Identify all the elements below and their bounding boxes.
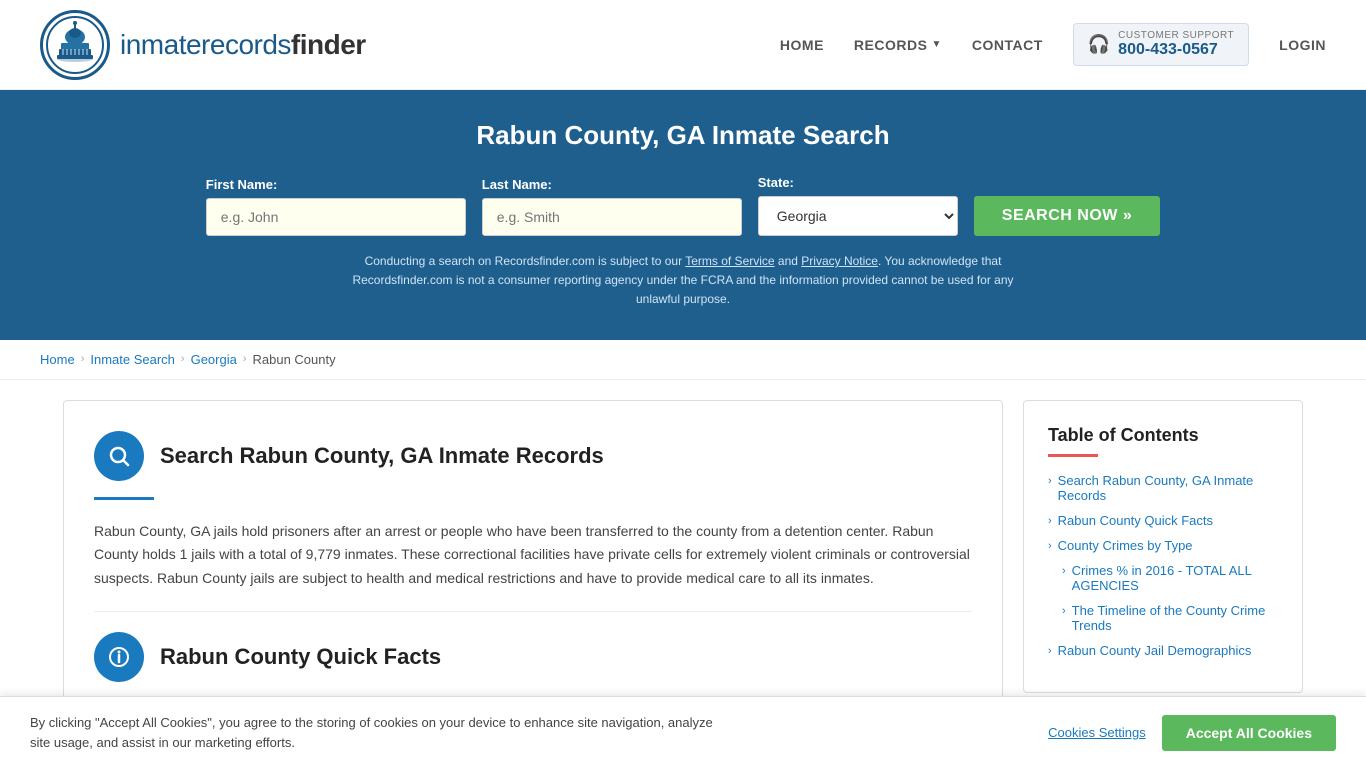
last-name-group: Last Name: [482, 177, 742, 236]
breadcrumb-sep-3: › [243, 353, 247, 365]
toc-link-1[interactable]: › Search Rabun County, GA Inmate Records [1048, 473, 1278, 503]
tos-link[interactable]: Terms of Service [685, 254, 774, 268]
toc-arrow-6: › [1048, 645, 1052, 657]
support-text: CUSTOMER SUPPORT 800-433-0567 [1118, 30, 1234, 59]
toc-divider [1048, 454, 1098, 457]
toc-arrow-2: › [1048, 515, 1052, 527]
section1-title: Search Rabun County, GA Inmate Records [160, 443, 604, 469]
state-group: State: Georgia Alabama Alaska Arizona Ca… [758, 175, 958, 236]
logo-area: inmaterecordsfinder [40, 10, 366, 80]
toc-arrow-4: › [1062, 565, 1066, 577]
breadcrumb-inmate-search[interactable]: Inmate Search [90, 352, 175, 367]
breadcrumb: Home › Inmate Search › Georgia › Rabun C… [0, 340, 1366, 380]
header: inmaterecordsfinder HOME RECORDS ▼ CONTA… [0, 0, 1366, 90]
logo-text: inmaterecordsfinder [120, 29, 366, 61]
nav-contact[interactable]: CONTACT [972, 37, 1043, 53]
login-button[interactable]: LOGIN [1279, 37, 1326, 53]
toc-link-5[interactable]: › The Timeline of the County Crime Trend… [1062, 603, 1278, 633]
breadcrumb-sep-1: › [81, 353, 85, 365]
customer-support: 🎧 CUSTOMER SUPPORT 800-433-0567 [1073, 23, 1249, 66]
hero-title: Rabun County, GA Inmate Search [40, 120, 1326, 151]
breadcrumb-sep-2: › [181, 353, 185, 365]
toc-item-5: › The Timeline of the County Crime Trend… [1048, 603, 1278, 633]
toc-item-1: › Search Rabun County, GA Inmate Records [1048, 473, 1278, 503]
chevron-down-icon: ▼ [931, 39, 941, 50]
support-number: 800-433-0567 [1118, 41, 1234, 59]
section2-title: Rabun County Quick Facts [160, 644, 441, 670]
cookie-settings-button[interactable]: Cookies Settings [1048, 725, 1146, 740]
state-select[interactable]: Georgia Alabama Alaska Arizona Californi… [758, 196, 958, 236]
toc-link-4[interactable]: › Crimes % in 2016 - TOTAL ALL AGENCIES [1062, 563, 1278, 593]
toc-list: › Search Rabun County, GA Inmate Records… [1048, 473, 1278, 658]
logo-icon [40, 10, 110, 80]
first-name-input[interactable] [206, 198, 466, 236]
toc-arrow-5: › [1062, 605, 1066, 617]
toc-item-2: › Rabun County Quick Facts [1048, 513, 1278, 528]
cookie-actions: Cookies Settings Accept All Cookies [1048, 715, 1336, 751]
breadcrumb-georgia[interactable]: Georgia [191, 352, 237, 367]
toc-item-3: › County Crimes by Type [1048, 538, 1278, 553]
first-name-label: First Name: [206, 177, 278, 192]
last-name-input[interactable] [482, 198, 742, 236]
toc-item-6: › Rabun County Jail Demographics [1048, 643, 1278, 658]
toc-title: Table of Contents [1048, 425, 1278, 446]
support-label: CUSTOMER SUPPORT [1118, 30, 1234, 41]
breadcrumb-home[interactable]: Home [40, 352, 75, 367]
toc-item-4: › Crimes % in 2016 - TOTAL ALL AGENCIES [1048, 563, 1278, 593]
state-label: State: [758, 175, 794, 190]
privacy-link[interactable]: Privacy Notice [801, 254, 878, 268]
toc-arrow-3: › [1048, 540, 1052, 552]
cookie-banner: By clicking "Accept All Cookies", you ag… [0, 696, 1366, 768]
search-button[interactable]: SEARCH NOW » [974, 196, 1160, 236]
section2-preview: Rabun County Quick Facts [94, 611, 972, 682]
navigation: HOME RECORDS ▼ CONTACT 🎧 CUSTOMER SUPPOR… [780, 23, 1326, 66]
search-icon [94, 431, 144, 481]
section1-heading: Search Rabun County, GA Inmate Records [94, 431, 972, 481]
cookie-accept-button[interactable]: Accept All Cookies [1162, 715, 1336, 751]
table-of-contents: Table of Contents › Search Rabun County,… [1023, 400, 1303, 693]
nav-home[interactable]: HOME [780, 37, 824, 53]
last-name-label: Last Name: [482, 177, 552, 192]
cookie-text: By clicking "Accept All Cookies", you ag… [30, 713, 730, 752]
hero-section: Rabun County, GA Inmate Search First Nam… [0, 90, 1366, 340]
content-left: Search Rabun County, GA Inmate Records R… [63, 400, 1003, 713]
disclaimer-text: Conducting a search on Recordsfinder.com… [333, 252, 1033, 310]
main-content: Search Rabun County, GA Inmate Records R… [43, 400, 1323, 713]
section1-divider [94, 497, 154, 500]
info-icon [94, 632, 144, 682]
first-name-group: First Name: [206, 177, 466, 236]
search-form: First Name: Last Name: State: Georgia Al… [40, 175, 1326, 236]
toc-link-3[interactable]: › County Crimes by Type [1048, 538, 1278, 553]
nav-records[interactable]: RECORDS ▼ [854, 37, 942, 53]
breadcrumb-current: Rabun County [253, 352, 336, 367]
headphone-icon: 🎧 [1088, 34, 1110, 55]
toc-arrow-1: › [1048, 475, 1052, 487]
section1-text: Rabun County, GA jails hold prisoners af… [94, 520, 972, 591]
toc-link-6[interactable]: › Rabun County Jail Demographics [1048, 643, 1278, 658]
toc-link-2[interactable]: › Rabun County Quick Facts [1048, 513, 1278, 528]
